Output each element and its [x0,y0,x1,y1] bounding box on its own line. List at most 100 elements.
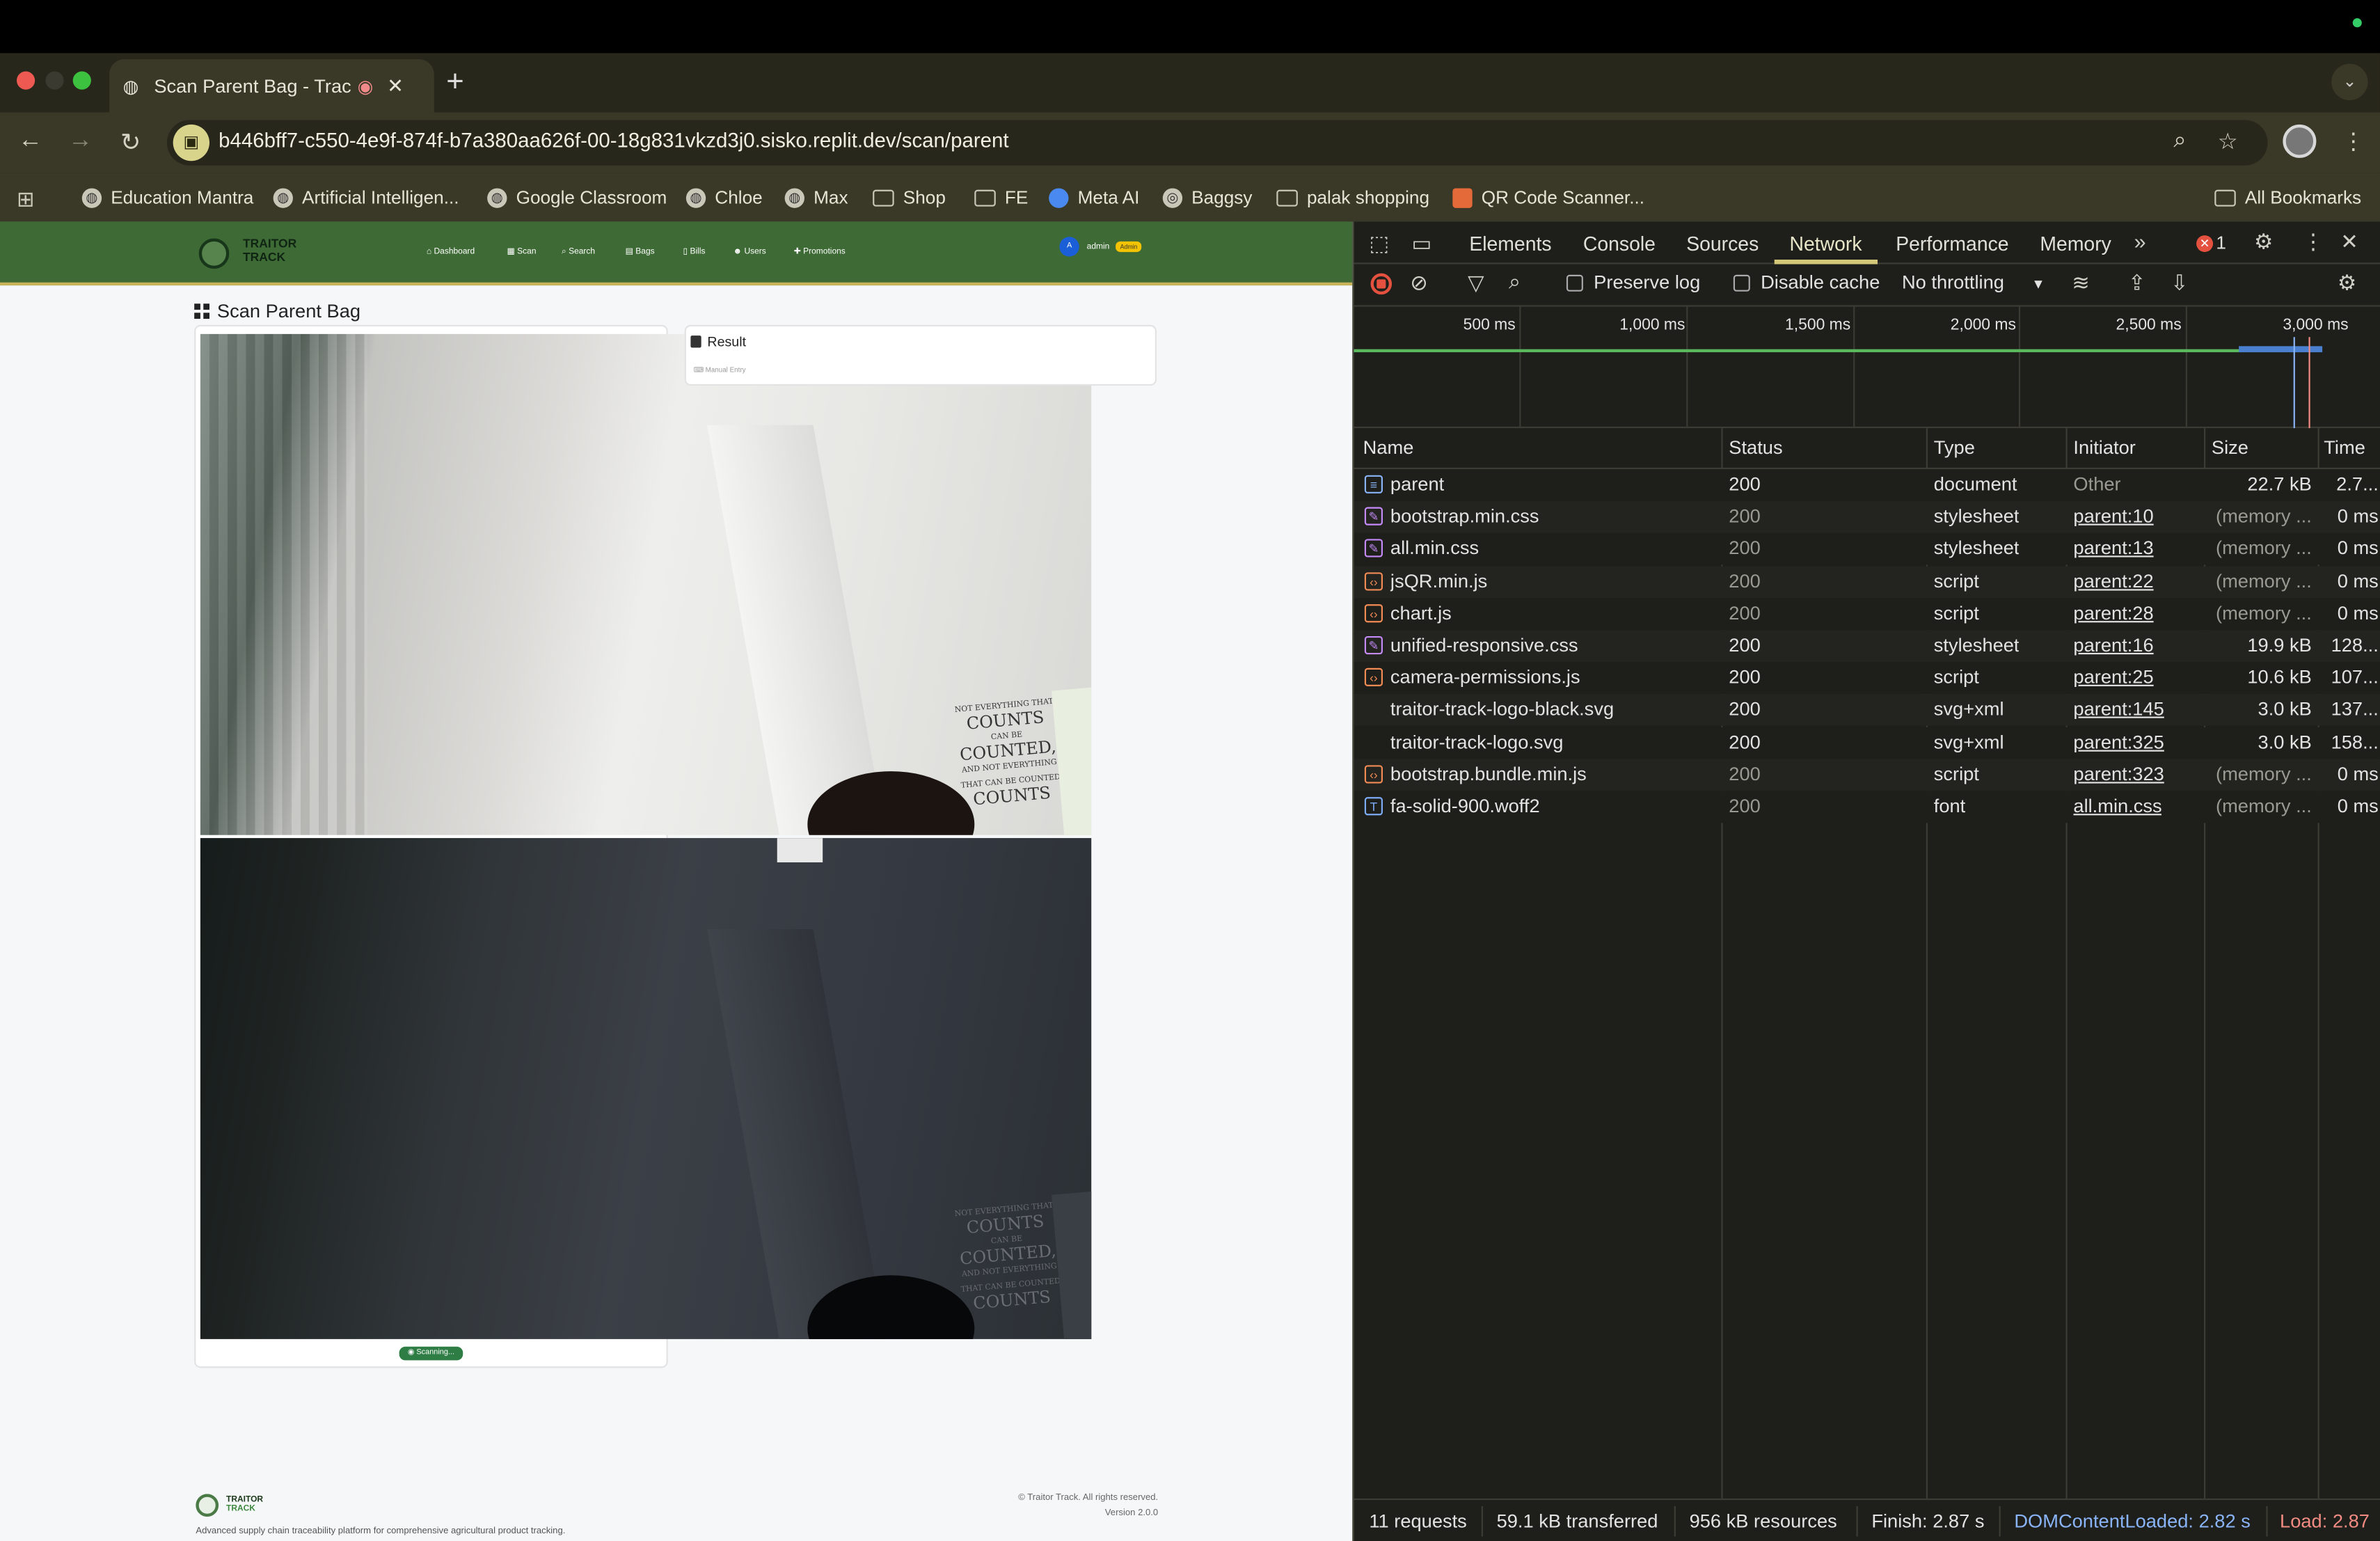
camera-preview[interactable]: NOT EVERYTHING THAT COUNTS CAN BE COUNTE… [200,333,1092,835]
request-row[interactable]: ‹› chart.js 200 script parent:28 (memory ... 0… [1354,597,2380,630]
request-name[interactable]: all.min.css [1390,538,1717,560]
column-header-name[interactable]: Name [1363,437,1414,459]
request-row[interactable]: ‹› bootstrap.bundle.min.js 200 script parent… [1354,759,2380,791]
request-row[interactable]: ✎ bootstrap.min.css 200 stylesheet parent:10… [1354,501,2380,534]
request-initiator[interactable]: parent:16 [2073,635,2153,656]
close-devtools-icon[interactable]: ✕ [2340,229,2358,255]
reload-button[interactable]: ↻ [116,127,146,158]
zoom-icon[interactable]: ⌕ [2173,127,2186,153]
filter-icon[interactable]: ▽ [1468,270,1484,296]
request-row[interactable]: ‹› camera-permissions.js 200 script parent:2… [1354,662,2380,695]
request-initiator[interactable]: all.min.css [2073,796,2161,817]
request-name[interactable]: unified-responsive.css [1390,635,1717,656]
bookmark-education-mantra[interactable]: ◍ Education Mantra [81,187,253,208]
bookmark-baggsy[interactable]: ◎ Baggsy [1162,187,1252,208]
bookmark-max[interactable]: ◍ Max [784,187,848,208]
request-initiator[interactable]: parent:145 [2073,699,2164,720]
request-initiator[interactable]: parent:325 [2073,731,2164,752]
more-tabs-icon[interactable]: » [2134,229,2146,253]
request-row[interactable]: ‹› jsQR.min.js 200 script parent:22 (memory .… [1354,565,2380,598]
close-tab-icon[interactable]: ✕ [387,74,404,98]
request-row[interactable]: ✎ all.min.css 200 stylesheet parent:13 (memor… [1354,533,2380,566]
disable-cache-label[interactable]: Disable cache [1761,271,1880,293]
request-name[interactable]: traitor-track-logo-black.svg [1390,699,1717,720]
minimize-window-button[interactable] [45,71,64,90]
request-row[interactable]: Tfa-solid-900.woff2 200 font all.min.css (me… [1354,791,2380,823]
traitor-track-logo-icon[interactable] [198,238,230,269]
bookmark-folder-fe[interactable]: FE [974,187,1028,208]
preserve-log-label[interactable]: Preserve log [1594,271,1700,293]
request-row[interactable]: traitor-track-logo-black.svg 200 svg+xml pa… [1354,694,2380,727]
request-initiator[interactable]: parent:13 [2073,538,2153,560]
nav-dashboard[interactable]: ⌂ Dashboard [427,248,475,257]
request-name[interactable]: camera-permissions.js [1390,667,1717,688]
preserve-log-checkbox[interactable] [1566,274,1583,292]
request-row[interactable]: ≡ parent 200 document Other 22.7 kB 2.7... [1354,469,2380,501]
network-overview-timeline[interactable]: 500 ms 1,000 ms 1,500 ms 2,000 ms 2,500 … [1354,306,2380,429]
throttling-select[interactable]: No throttling ▼ [1902,271,2045,293]
bookmark-artificial-intelligence[interactable]: ◍ Artificial Intelligen... [273,187,459,208]
apps-grid-icon[interactable]: ⊞ [17,187,35,212]
request-initiator[interactable]: parent:323 [2073,764,2164,785]
request-name[interactable]: bootstrap.min.css [1390,506,1717,528]
request-initiator[interactable]: parent:28 [2073,603,2153,624]
device-toolbar-icon[interactable]: ▭ [1411,231,1431,257]
bookmark-star-icon[interactable]: ☆ [2218,127,2238,155]
nav-users[interactable]: ☻ Users [733,248,765,257]
network-settings-icon[interactable]: ⚙ [2338,270,2356,296]
settings-gear-icon[interactable]: ⚙ [2254,229,2273,255]
browser-menu-icon[interactable]: ⋮ [2342,127,2365,155]
request-initiator[interactable]: parent:10 [2073,506,2153,528]
all-bookmarks-folder[interactable]: All Bookmarks [2214,187,2361,208]
request-name[interactable]: chart.js [1390,603,1717,624]
search-icon[interactable]: ⌕ [1509,269,1521,294]
back-button[interactable]: ← [15,127,46,155]
stop-recording-button[interactable] [1370,273,1393,295]
tab-console[interactable]: Console [1583,232,1656,255]
error-counter[interactable]: ✕ 1 [2196,232,2226,253]
url-text[interactable]: b446bff7-c550-4e9f-874f-b7a380aa626f-00-… [219,129,1009,152]
bookmark-meta-ai[interactable]: Meta AI [1049,187,1139,208]
request-initiator[interactable]: parent:22 [2073,570,2153,592]
brand-name[interactable]: TRAITOR TRACK [243,237,319,264]
bookmark-qr-code-scanner[interactable]: QR Code Scanner... [1452,187,1644,208]
close-window-button[interactable] [16,71,35,90]
tab-network[interactable]: Network [1790,232,1862,255]
network-conditions-icon[interactable]: ≋ [2072,270,2090,296]
tab-elements[interactable]: Elements [1469,232,1551,255]
tab-sources[interactable]: Sources [1686,232,1759,255]
disable-cache-checkbox[interactable] [1733,274,1750,292]
browser-tab[interactable]: ◍ Scan Parent Bag - TraceTr ◉ ✕ [109,59,434,113]
request-name[interactable]: fa-solid-900.woff2 [1390,796,1717,817]
manual-entry-link[interactable]: ⌨ Manual Entry [694,366,746,375]
bookmark-folder-shop[interactable]: Shop [873,187,946,208]
bookmark-chloe[interactable]: ◍ Chloe [685,187,763,208]
site-info-icon[interactable]: ▣ [173,124,209,161]
user-name[interactable]: admin [1087,243,1110,252]
column-header-time[interactable]: Time [2324,437,2365,459]
request-row[interactable]: traitor-track-logo.svg 200 svg+xml parent:3… [1354,726,2380,759]
column-header-status[interactable]: Status [1729,437,1782,459]
new-tab-button[interactable]: + [446,65,463,100]
nav-bills[interactable]: ▯ Bills [683,248,706,257]
nav-search[interactable]: ⌕ Search [562,248,595,258]
clear-icon[interactable]: ⊘ [1410,270,1428,296]
tab-performance[interactable]: Performance [1896,232,2008,255]
inspect-element-icon[interactable]: ⬚ [1369,231,1389,257]
request-name[interactable]: traitor-track-logo.svg [1390,731,1717,752]
request-name[interactable]: jsQR.min.js [1390,570,1717,592]
bookmark-google-classroom[interactable]: ◍ Google Classroom [487,187,667,208]
devtools-menu-icon[interactable]: ⋮ [2303,229,2324,255]
request-name[interactable]: parent [1390,474,1717,496]
column-header-initiator[interactable]: Initiator [2073,437,2135,459]
user-avatar[interactable]: A [1059,237,1079,257]
column-header-type[interactable]: Type [1934,437,1975,459]
forward-button[interactable]: → [65,127,96,155]
import-har-icon[interactable]: ⇪ [2128,270,2146,296]
nav-promotions[interactable]: ✚ Promotions [794,248,846,257]
column-header-size[interactable]: Size [2212,437,2248,459]
request-name[interactable]: bootstrap.bundle.min.js [1390,764,1717,785]
export-har-icon[interactable]: ⇩ [2171,270,2189,296]
nav-bags[interactable]: ▤ Bags [626,248,655,257]
maximize-window-button[interactable] [72,71,91,90]
